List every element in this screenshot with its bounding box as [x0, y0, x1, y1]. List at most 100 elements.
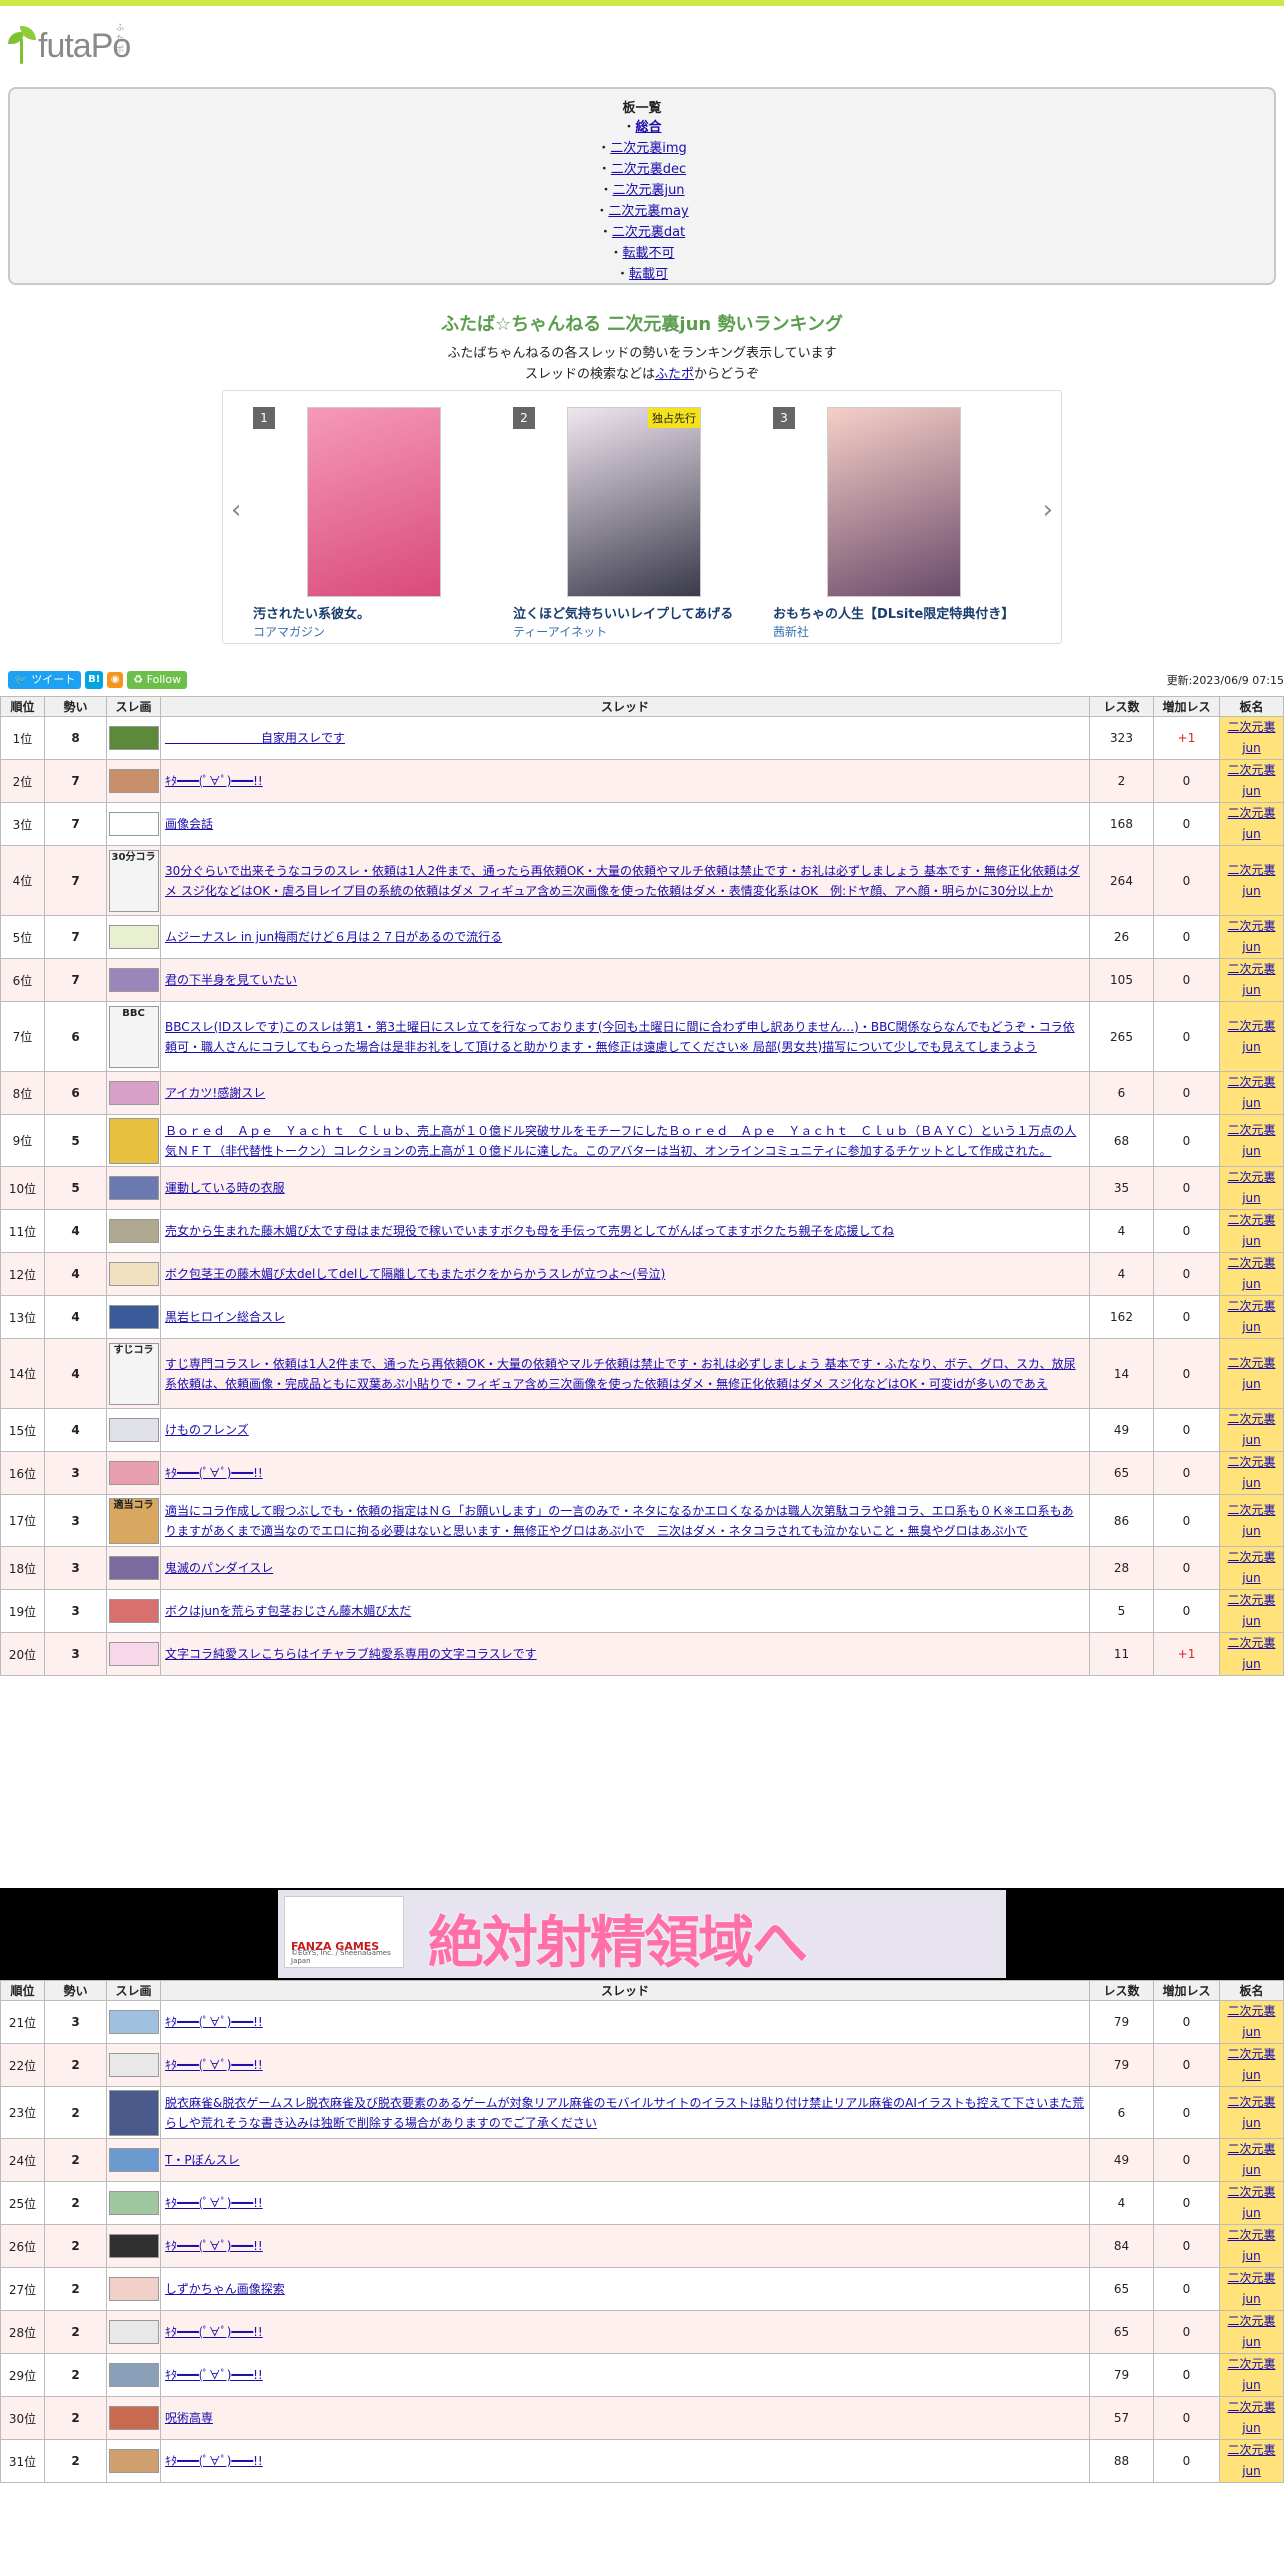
thumbnail-cell[interactable] [106, 1589, 161, 1633]
thread-thumbnail-image[interactable]: BBC [108, 1005, 159, 1068]
board-link[interactable]: 二次元裏dat [612, 225, 685, 240]
carousel-item[interactable]: 2 独占先行 泣くほど気持ちいいレイプしてあげる ティーアイネット [483, 399, 733, 639]
thread-thumbnail-image[interactable] [108, 1117, 159, 1164]
thumbnail-cell[interactable] [106, 1071, 161, 1115]
thumbnail-cell[interactable] [106, 2086, 161, 2139]
carousel-item-title[interactable]: 汚されたい系彼女。 [253, 603, 493, 622]
rss-icon[interactable]: ◉ [107, 672, 124, 688]
thread-thumbnail-image[interactable]: 適当コラ [108, 1497, 159, 1544]
thread-link[interactable]: ｷﾀ━━━(ﾟ∀ﾟ)━━━!! [165, 2454, 263, 2468]
thread-link[interactable]: アイカツ!感謝スレ [165, 1086, 265, 1100]
board-link[interactable]: 二次元裏dec [611, 162, 686, 177]
thread-link[interactable]: T・Pぼんスレ [165, 2153, 240, 2167]
thread-thumbnail-image[interactable] [108, 925, 159, 949]
futapo-link[interactable]: ふたポ [655, 367, 694, 382]
thread-link[interactable]: ｷﾀ━━━(ﾟ∀ﾟ)━━━!! [165, 774, 263, 788]
thumbnail-cell[interactable] [106, 716, 161, 760]
board-name-link[interactable]: 二次元裏jun [1227, 863, 1275, 898]
carousel-next-button[interactable]: › [1043, 495, 1053, 525]
thumbnail-cell[interactable] [106, 2138, 161, 2182]
thread-thumbnail-image[interactable] [108, 1556, 159, 1580]
thread-link[interactable]: すじ専門コラスレ・依頼は1人2件まで、通ったら再依頼OK・大量の依頼やマルチ依頼… [165, 1357, 1076, 1391]
thumbnail-cell[interactable]: すじコラ [106, 1338, 161, 1409]
board-name-link[interactable]: 二次元裏jun [1227, 1213, 1275, 1248]
ad-banner[interactable]: FANZA GAMES ©EGYS, Inc. / SheenaGames Ja… [0, 1888, 1284, 1980]
book-cover-image[interactable] [307, 407, 441, 597]
thread-thumbnail-image[interactable] [108, 1176, 159, 1200]
thread-thumbnail-image[interactable] [108, 1262, 159, 1286]
thread-link[interactable]: 適当にコラ作成して暇つぶしでも・依頼の指定はＮＧ「お願いします」の一言のみで・ネ… [165, 1504, 1074, 1538]
thumbnail-cell[interactable] [106, 2353, 161, 2397]
thread-link[interactable]: BBCスレ(IDスレです)このスレは第1・第3土曜日にスレ立てを行なっております… [165, 1020, 1075, 1054]
carousel-item[interactable]: 3 おもちゃの人生【DLsite限定特典付き】 茜新社 [743, 399, 1013, 639]
thread-link[interactable]: 脱衣麻雀&脱衣ゲームスレ脱衣麻雀及び脱衣要素のあるゲームが対象リアル麻雀のモバイ… [165, 2096, 1084, 2130]
board-name-link[interactable]: 二次元裏jun [1227, 2357, 1275, 2392]
thumbnail-cell[interactable]: 適当コラ [106, 1494, 161, 1547]
thread-link[interactable]: ｷﾀ━━━(ﾟ∀ﾟ)━━━!! [165, 2058, 263, 2072]
thread-link[interactable]: 黒岩ヒロイン総合スレ [165, 1310, 285, 1324]
thread-thumbnail-image[interactable] [108, 2277, 159, 2301]
thread-link[interactable]: ｷﾀ━━━(ﾟ∀ﾟ)━━━!! [165, 2239, 263, 2253]
thumbnail-cell[interactable] [106, 1209, 161, 1253]
board-name-link[interactable]: 二次元裏jun [1227, 1170, 1275, 1205]
thumbnail-cell[interactable] [106, 1166, 161, 1210]
board-name-link[interactable]: 二次元裏jun [1227, 763, 1275, 798]
thread-thumbnail-image[interactable] [108, 1081, 159, 1105]
thumbnail-cell[interactable] [106, 1252, 161, 1296]
board-link[interactable]: 二次元裏img [610, 141, 687, 156]
thread-thumbnail-image[interactable] [108, 1418, 159, 1442]
board-name-link[interactable]: 二次元裏jun [1227, 1503, 1275, 1538]
board-name-link[interactable]: 二次元裏jun [1227, 2185, 1275, 2220]
thread-link[interactable]: ムジーナスレ in jun梅雨だけど６月は２７日があるので流行る [165, 930, 502, 944]
thread-thumbnail-image[interactable] [108, 1461, 159, 1485]
board-link[interactable]: 総合 [636, 120, 662, 135]
thumbnail-cell[interactable] [106, 1632, 161, 1676]
thread-thumbnail-image[interactable]: すじコラ [108, 1342, 159, 1405]
carousel-item-publisher[interactable]: コアマガジン [253, 623, 325, 640]
carousel-item-title[interactable]: 泣くほど気持ちいいレイプしてあげる [513, 603, 753, 622]
board-name-link[interactable]: 二次元裏jun [1227, 1075, 1275, 1110]
board-name-link[interactable]: 二次元裏jun [1227, 919, 1275, 954]
thread-thumbnail-image[interactable] [108, 769, 159, 793]
board-link[interactable]: 転載可 [629, 267, 668, 282]
board-link[interactable]: 二次元裏may [608, 204, 688, 219]
thread-thumbnail-image[interactable] [108, 726, 159, 750]
thread-thumbnail-image[interactable] [108, 2406, 159, 2430]
board-name-link[interactable]: 二次元裏jun [1227, 2004, 1275, 2039]
follow-button[interactable]: ♻ Follow [127, 671, 188, 689]
thumbnail-cell[interactable] [106, 1295, 161, 1339]
thumbnail-cell[interactable] [106, 2224, 161, 2268]
thread-thumbnail-image[interactable] [108, 2234, 159, 2258]
thread-thumbnail-image[interactable] [108, 2089, 159, 2136]
board-name-link[interactable]: 二次元裏jun [1227, 2095, 1275, 2130]
thread-link[interactable]: ｷﾀ━━━(ﾟ∀ﾟ)━━━!! [165, 2196, 263, 2210]
board-name-link[interactable]: 二次元裏jun [1227, 2443, 1275, 2478]
carousel-item-title[interactable]: おもちゃの人生【DLsite限定特典付き】 [773, 603, 1013, 622]
carousel-item[interactable]: 1 汚されたい系彼女。 コアマガジン [223, 399, 473, 639]
thread-thumbnail-image[interactable]: 30分コラ [108, 849, 159, 912]
thread-link[interactable]: 画像会話 [165, 817, 213, 831]
thread-link[interactable]: ｷﾀ━━━(ﾟ∀ﾟ)━━━!! [165, 2015, 263, 2029]
thread-thumbnail-image[interactable] [108, 1599, 159, 1623]
thread-link[interactable]: けものフレンズ [165, 1423, 249, 1437]
board-name-link[interactable]: 二次元裏jun [1227, 1636, 1275, 1671]
thumbnail-cell[interactable] [106, 2000, 161, 2044]
thumbnail-cell[interactable] [106, 759, 161, 803]
thread-link[interactable]: しずかちゃん画像探索 [165, 2282, 285, 2296]
board-name-link[interactable]: 二次元裏jun [1227, 1550, 1275, 1585]
board-name-link[interactable]: 二次元裏jun [1227, 2400, 1275, 2435]
thread-thumbnail-image[interactable] [108, 968, 159, 992]
thread-thumbnail-image[interactable] [108, 1642, 159, 1666]
thread-link[interactable]: ｷﾀ━━━(ﾟ∀ﾟ)━━━!! [165, 2368, 263, 2382]
book-cover-image[interactable]: 独占先行 [567, 407, 701, 597]
board-name-link[interactable]: 二次元裏jun [1227, 1455, 1275, 1490]
hatena-bookmark-button[interactable]: B! [85, 671, 104, 689]
thread-link[interactable]: ボクはjunを荒らす包茎おじさん藤木媚び太だ [165, 1604, 411, 1618]
thread-thumbnail-image[interactable] [108, 2449, 159, 2473]
thread-link[interactable]: 呪術高専 [165, 2411, 213, 2425]
thread-link[interactable]: 30分ぐらいで出来そうなコラのスレ・依頼は1人2件まで、通ったら再依頼OK・大量… [165, 864, 1080, 898]
thread-link[interactable]: ｷﾀ━━━(ﾟ∀ﾟ)━━━!! [165, 2325, 263, 2339]
board-name-link[interactable]: 二次元裏jun [1227, 2271, 1275, 2306]
thread-thumbnail-image[interactable] [108, 2053, 159, 2077]
thread-link[interactable]: 自家用スレです [165, 731, 345, 745]
